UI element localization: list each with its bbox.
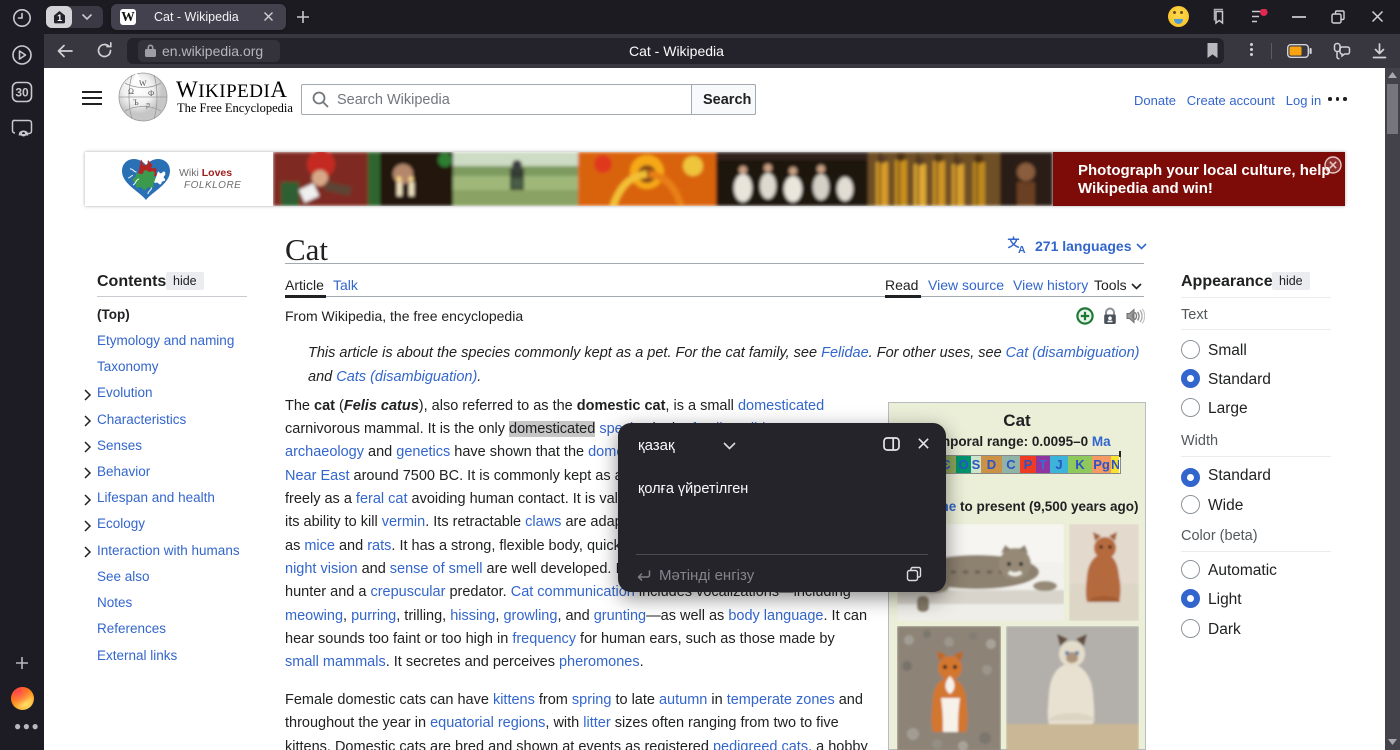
svg-text:Ф: Ф (148, 89, 154, 98)
svg-text:30: 30 (15, 86, 29, 100)
svg-text:Ъ: Ъ (133, 98, 139, 107)
svg-text:Ω: Ω (128, 87, 134, 96)
svg-text:W: W (139, 79, 147, 88)
svg-text:1: 1 (57, 13, 62, 23)
svg-text:A: A (1018, 244, 1026, 254)
svg-text:ק: ק (146, 101, 150, 110)
